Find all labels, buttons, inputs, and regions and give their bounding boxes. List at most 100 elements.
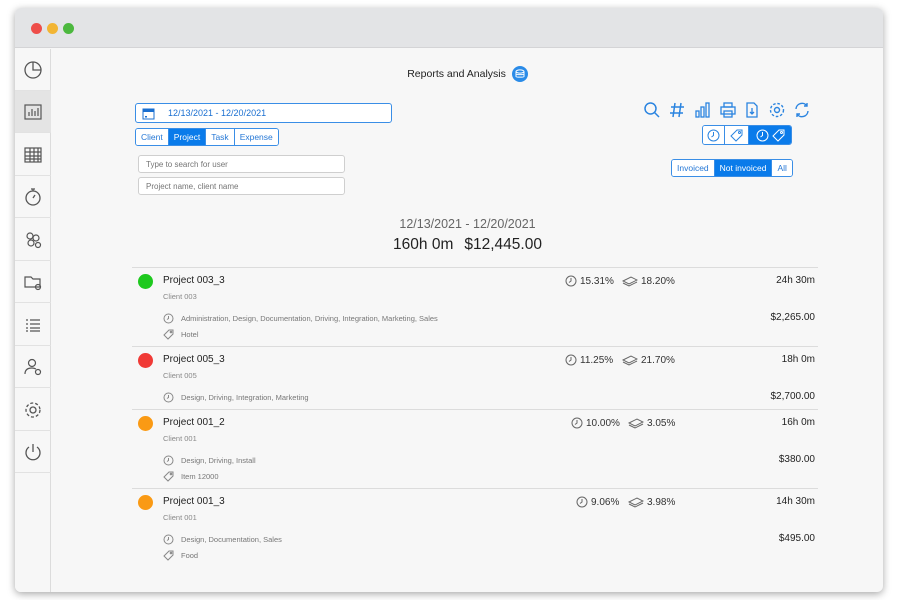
- chart-button[interactable]: [694, 101, 712, 119]
- sidebar-item-reports[interactable]: [15, 91, 51, 133]
- sidebar-item-teams[interactable]: [15, 219, 51, 261]
- time-percent: 15.31%: [565, 275, 614, 287]
- database-icon[interactable]: [511, 66, 528, 82]
- minimize-window-button[interactable]: [47, 23, 58, 34]
- refresh-button[interactable]: [793, 101, 811, 119]
- invoice-filter-tabs: Invoiced Not invoiced All: [671, 159, 793, 177]
- time-percent-value: 10.00%: [586, 417, 620, 429]
- task-list-text: Design, Documentation, Sales: [181, 535, 282, 544]
- page-title: Reports and Analysis: [52, 66, 883, 82]
- money-percent-value: 18.20%: [641, 275, 675, 287]
- time-percent: 11.25%: [565, 354, 613, 366]
- pie-chart-icon: [24, 60, 42, 79]
- tag-icon: [730, 129, 743, 142]
- close-window-button[interactable]: [31, 23, 42, 34]
- project-row[interactable]: Project 001_3 Client 001 9.06% 3.98% 14h…: [132, 488, 818, 567]
- project-color-dot: [138, 274, 153, 289]
- tag-icon: [163, 471, 174, 482]
- date-range-picker[interactable]: 12/13/2021 - 12/20/2021: [135, 103, 392, 123]
- gear-icon: [769, 102, 785, 118]
- tab-not-invoiced[interactable]: Not invoiced: [714, 160, 773, 176]
- sidebar-item-projects[interactable]: [15, 261, 51, 303]
- project-name: Project 001_3: [163, 496, 225, 507]
- power-icon: [25, 443, 41, 460]
- print-icon: [720, 102, 736, 118]
- toggle-expense-view[interactable]: [725, 126, 749, 144]
- clock-icon: [756, 129, 768, 141]
- money-percent: 18.20%: [622, 275, 675, 287]
- toggle-time-view[interactable]: [703, 126, 725, 144]
- summary-totals: 160h 0m $12,445.00: [52, 236, 883, 254]
- project-client: Client 003: [163, 292, 197, 301]
- list-icon: [26, 318, 40, 332]
- search-button[interactable]: [643, 101, 661, 119]
- project-row[interactable]: Project 005_3 Client 005 11.25% 21.70% 1…: [132, 346, 818, 409]
- toggle-combined-view[interactable]: [749, 126, 791, 144]
- money-percent-value: 3.05%: [647, 417, 676, 429]
- money-icon: [628, 418, 644, 429]
- sidebar-item-dashboard[interactable]: [15, 49, 51, 91]
- stopwatch-icon: [25, 187, 41, 206]
- project-client: Client 001: [163, 513, 197, 522]
- project-search-input[interactable]: [138, 177, 345, 195]
- clock-icon: [163, 455, 174, 466]
- sidebar-item-logout[interactable]: [15, 431, 51, 473]
- export-icon: [746, 102, 758, 118]
- money-icon: [628, 497, 644, 508]
- project-amount: $380.00: [778, 454, 815, 465]
- task-list-text: Design, Driving, Integration, Marketing: [181, 393, 309, 402]
- task-list: Design, Driving, Integration, Marketing: [163, 392, 309, 403]
- search-icon: [644, 102, 660, 118]
- refresh-icon: [795, 102, 809, 118]
- tab-task[interactable]: Task: [206, 129, 235, 145]
- task-list: Administration, Design, Documentation, D…: [163, 313, 438, 324]
- project-amount: $2,265.00: [770, 312, 816, 323]
- project-name: Project 001_2: [163, 417, 225, 428]
- user-search-input[interactable]: [138, 155, 345, 173]
- sidebar-item-settings[interactable]: [15, 389, 51, 431]
- page-title-text: Reports and Analysis: [407, 68, 506, 80]
- tab-all[interactable]: All: [772, 160, 792, 176]
- project-color-dot: [138, 353, 153, 368]
- project-row[interactable]: Project 003_3 Client 003 15.31% 18.20% 2…: [132, 267, 818, 346]
- project-time: 16h 0m: [781, 417, 815, 428]
- expense-list: Food: [163, 550, 198, 561]
- project-client: Client 001: [163, 434, 197, 443]
- tab-client[interactable]: Client: [136, 129, 169, 145]
- calendar-icon: [142, 108, 155, 120]
- bar-chart-icon: [24, 103, 42, 120]
- export-button[interactable]: [743, 101, 761, 119]
- sidebar-item-timer[interactable]: [15, 176, 51, 218]
- clock-icon: [565, 354, 577, 366]
- clock-icon: [565, 275, 577, 287]
- task-list: Design, Documentation, Sales: [163, 534, 282, 545]
- settings-button[interactable]: [768, 101, 786, 119]
- tab-invoiced[interactable]: Invoiced: [672, 160, 715, 176]
- time-percent-value: 11.25%: [580, 354, 614, 366]
- sidebar-item-tasks[interactable]: [15, 304, 51, 346]
- task-list: Design, Driving, Install: [163, 455, 256, 466]
- print-button[interactable]: [719, 101, 737, 119]
- maximize-window-button[interactable]: [63, 23, 74, 34]
- tag-icon: [163, 329, 174, 340]
- tab-expense[interactable]: Expense: [234, 129, 278, 145]
- money-percent-value: 3.98%: [647, 496, 676, 508]
- tag-icon: [771, 129, 784, 142]
- tab-project[interactable]: Project: [168, 129, 207, 145]
- clock-icon: [571, 417, 583, 429]
- hash-icon: [670, 102, 684, 118]
- title-bar: [15, 8, 883, 48]
- view-toggle-group: [702, 125, 792, 145]
- sidebar-item-users[interactable]: [15, 346, 51, 388]
- clock-icon: [707, 129, 720, 141]
- total-amount: $12,445.00: [464, 236, 542, 253]
- app-window: Reports and Analysis 12/13/2021 - 12/20/…: [15, 8, 883, 592]
- sidebar-item-timesheet[interactable]: [15, 134, 51, 176]
- project-amount: $2,700.00: [770, 391, 816, 402]
- hash-button[interactable]: [668, 101, 686, 119]
- project-time: 18h 0m: [781, 354, 815, 365]
- money-percent: 21.70%: [622, 354, 675, 366]
- project-row[interactable]: Project 001_2 Client 001 10.00% 3.05% 16…: [132, 409, 818, 488]
- task-list-text: Administration, Design, Documentation, D…: [181, 314, 438, 323]
- money-percent: 3.98%: [628, 496, 675, 508]
